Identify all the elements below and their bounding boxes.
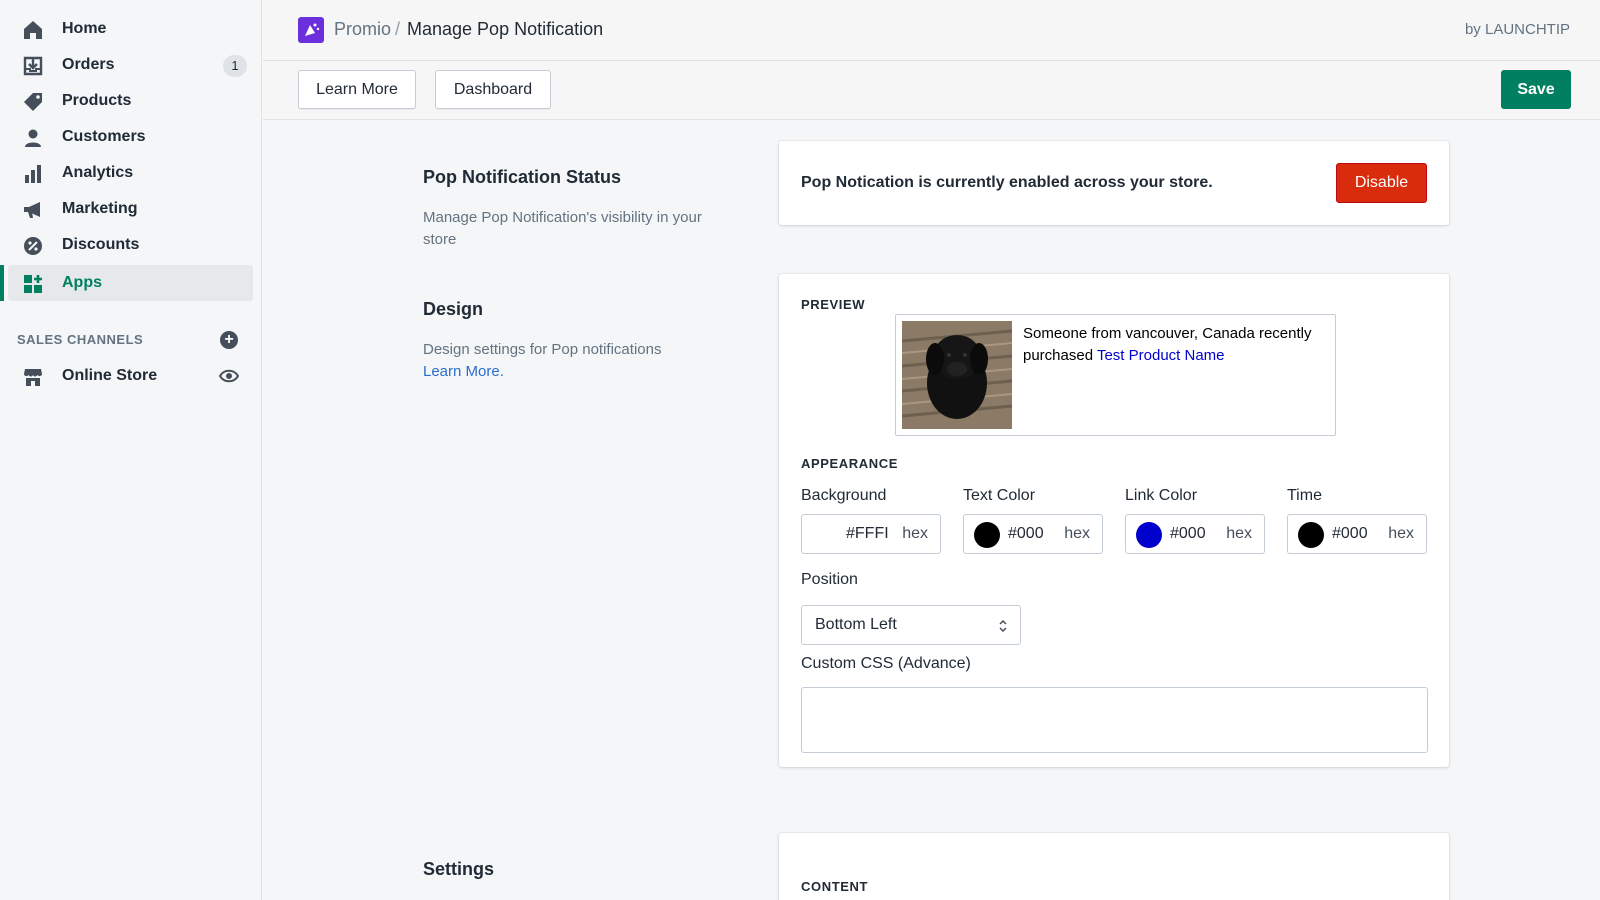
apps-icon	[22, 273, 44, 295]
sidebar-item-label: Home	[62, 20, 107, 37]
orders-count-badge: 1	[223, 55, 247, 77]
position-select[interactable]: Bottom Left	[801, 605, 1021, 645]
page-title: Manage Pop Notification	[407, 19, 604, 39]
preview-message: Someone from vancouver, Canada recently …	[1023, 323, 1328, 367]
sidebar-item-online-store[interactable]: Online Store	[8, 358, 253, 394]
hex-suffix: hex	[902, 525, 928, 542]
bar-chart-icon	[22, 163, 44, 185]
position-label: Position	[801, 571, 858, 588]
dashboard-button[interactable]: Dashboard	[435, 70, 551, 109]
design-section-description: Design settings for Pop notifications Le…	[423, 339, 733, 383]
sidebar-item-products[interactable]: Products	[8, 83, 253, 119]
link-color-swatch[interactable]	[1136, 522, 1162, 548]
status-message: Pop Notication is currently enabled acro…	[801, 174, 1213, 191]
hex-suffix: hex	[1064, 525, 1090, 542]
background-label: Background	[801, 487, 887, 504]
eye-icon[interactable]	[218, 367, 240, 385]
notification-preview: Someone from vancouver, Canada recently …	[895, 314, 1336, 436]
sidebar-item-label: Marketing	[62, 200, 138, 217]
sidebar-item-label: Discounts	[62, 236, 140, 253]
custom-css-label: Custom CSS (Advance)	[801, 655, 971, 672]
sidebar-item-marketing[interactable]: Marketing	[8, 191, 253, 227]
discount-icon	[22, 235, 44, 257]
sidebar-item-label: Apps	[62, 274, 102, 291]
time-color-field[interactable]: #000 hex	[1287, 514, 1427, 554]
link-color-field[interactable]: #000 hex	[1125, 514, 1265, 554]
disable-button[interactable]: Disable	[1336, 163, 1427, 203]
preview-product-link[interactable]: Test Product Name	[1097, 347, 1225, 364]
time-color-label: Time	[1287, 487, 1322, 504]
text-color-label: Text Color	[963, 487, 1036, 504]
sidebar-item-apps[interactable]: Apps	[8, 265, 253, 301]
add-channel-icon[interactable]: +	[220, 331, 238, 349]
design-section-title: Design	[423, 299, 484, 319]
sidebar-item-discounts[interactable]: Discounts	[8, 227, 253, 263]
megaphone-icon	[22, 199, 44, 221]
preview-heading: PREVIEW	[801, 297, 866, 312]
breadcrumb-separator: /	[395, 19, 401, 39]
sidebar-item-home[interactable]: Home	[8, 11, 253, 47]
developer-credit: by LAUNCHTIP	[1464, 21, 1570, 38]
active-indicator	[0, 265, 4, 301]
appearance-heading: APPEARANCE	[801, 456, 899, 471]
settings-card: CONTENT	[779, 833, 1449, 900]
orders-icon	[22, 55, 44, 77]
sales-channels-heading: SALES CHANNELS	[17, 332, 144, 347]
top-bar: Promio / Manage Pop Notification by LAUN…	[263, 0, 1600, 61]
hex-suffix: hex	[1226, 525, 1252, 542]
background-color-value: #FFFI	[846, 525, 889, 542]
dog-thumbnail-image	[902, 321, 1012, 429]
design-learn-more-link[interactable]: Learn More.	[423, 363, 504, 380]
status-section-description: Manage Pop Notification's visibility in …	[423, 209, 702, 248]
sidebar-item-label: Online Store	[62, 367, 158, 384]
custom-css-textarea[interactable]	[801, 687, 1428, 753]
home-icon	[22, 19, 44, 41]
sidebar-item-label: Customers	[62, 128, 146, 145]
tag-icon	[22, 91, 44, 113]
content-heading: CONTENT	[801, 879, 869, 894]
time-color-swatch[interactable]	[1298, 522, 1324, 548]
sidebar-item-label: Orders	[62, 56, 115, 73]
learn-more-button[interactable]: Learn More	[298, 70, 416, 109]
sidebar: Home Orders 1 Products Customers Analyti…	[0, 0, 262, 900]
link-color-value: #000	[1170, 525, 1206, 542]
store-icon	[22, 366, 44, 388]
sidebar-item-label: Analytics	[62, 164, 134, 181]
sidebar-item-analytics[interactable]: Analytics	[8, 155, 253, 191]
text-color-field[interactable]: #000 hex	[963, 514, 1103, 554]
background-color-field[interactable]: #FFFI hex	[801, 514, 941, 554]
position-value: Bottom Left	[815, 616, 897, 633]
sidebar-item-label: Products	[62, 92, 132, 109]
design-description-text: Design settings for Pop notifications	[423, 341, 662, 358]
action-bar: Learn More Dashboard Save	[263, 61, 1600, 120]
settings-section-title: Settings	[423, 859, 495, 879]
text-color-value: #000	[1008, 525, 1044, 542]
sidebar-item-customers[interactable]: Customers	[8, 119, 253, 155]
person-icon	[22, 127, 44, 149]
save-button[interactable]: Save	[1501, 70, 1571, 109]
breadcrumb-app[interactable]: Promio	[334, 19, 391, 40]
sidebar-item-orders[interactable]: Orders 1	[8, 47, 253, 83]
select-arrows-icon	[999, 619, 1007, 633]
time-color-value: #000	[1332, 525, 1368, 542]
text-color-swatch[interactable]	[974, 522, 1000, 548]
promio-logo-icon	[298, 17, 324, 43]
status-section-title: Pop Notification Status	[423, 167, 621, 187]
hex-suffix: hex	[1388, 525, 1414, 542]
link-color-label: Link Color	[1125, 487, 1198, 504]
status-card: Pop Notication is currently enabled acro…	[779, 141, 1449, 225]
design-card: PREVIEW Someone from vancouver, Canada r…	[779, 274, 1449, 767]
